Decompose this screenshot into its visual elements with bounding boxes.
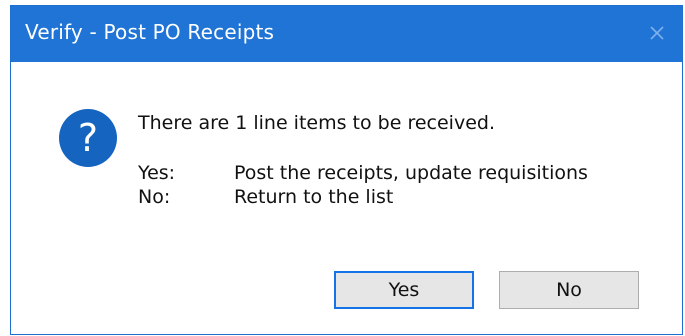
no-button[interactable]: No <box>499 271 639 309</box>
option-no-key: No: <box>138 186 171 208</box>
option-yes-description: Post the receipts, update requisitions <box>234 162 588 184</box>
option-no-description: Return to the list <box>234 186 394 208</box>
dialog-body: ? There are 1 line items to be received.… <box>11 62 682 336</box>
window-title: Verify - Post PO Receipts <box>25 20 275 44</box>
dialog-message: There are 1 line items to be received. <box>138 112 495 134</box>
dialog-window: Verify - Post PO Receipts ? There are 1 … <box>10 5 683 335</box>
yes-button[interactable]: Yes <box>334 271 474 309</box>
close-button[interactable] <box>642 18 672 48</box>
title-bar[interactable]: Verify - Post PO Receipts <box>11 6 682 62</box>
close-icon <box>650 26 664 40</box>
question-icon: ? <box>59 109 117 167</box>
option-yes-key: Yes: <box>138 162 176 184</box>
